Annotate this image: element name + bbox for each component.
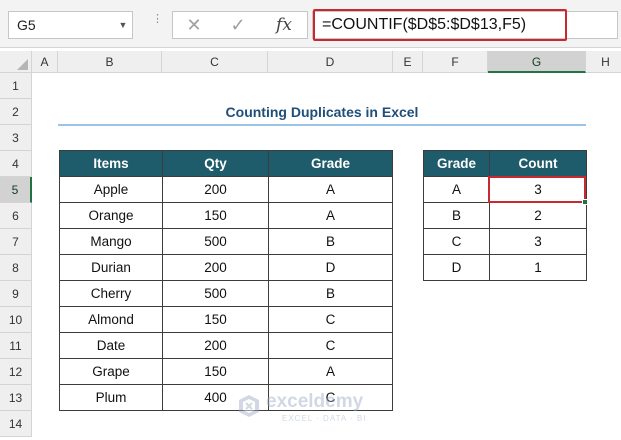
watermark: exceldemy EXCEL · DATA · BI <box>236 389 396 429</box>
table-row: Mango 500 B <box>59 228 393 255</box>
row-header-3[interactable]: 3 <box>0 125 32 151</box>
column-header-b[interactable]: B <box>58 51 162 73</box>
table-row: Apple 200 A <box>59 176 393 203</box>
table-header-row: Items Qty Grade <box>59 150 393 177</box>
table-cell[interactable]: Grape <box>59 358 163 385</box>
row-header-14[interactable]: 14 <box>0 411 32 437</box>
table-cell[interactable]: Durian <box>59 254 163 281</box>
table-cell[interactable]: 500 <box>162 280 269 307</box>
fill-handle[interactable] <box>582 199 588 205</box>
select-all-triangle-icon <box>17 59 28 70</box>
row-header-13[interactable]: 13 <box>0 385 32 411</box>
table-cell[interactable]: 1 <box>489 254 587 281</box>
table-row: D1 <box>423 254 587 281</box>
table-row: Cherry 500 B <box>59 280 393 307</box>
table-cell[interactable]: D <box>423 254 490 281</box>
header-grade[interactable]: Grade <box>268 150 393 177</box>
table-cell[interactable]: A <box>268 202 393 229</box>
table-cell[interactable]: Cherry <box>59 280 163 307</box>
table-cell[interactable]: D <box>268 254 393 281</box>
table-cell[interactable]: Apple <box>59 176 163 203</box>
column-header-g[interactable]: G <box>488 51 586 73</box>
table-cell[interactable]: B <box>423 202 490 229</box>
table-cell[interactable]: Date <box>59 332 163 359</box>
active-cell-border[interactable] <box>488 176 586 203</box>
count-table: Grade Count A 3B2C3D1 <box>423 150 587 281</box>
items-table: Items Qty Grade Apple 200 A Orange 150 A Mango… <box>59 150 393 411</box>
row-header-2[interactable]: 2 <box>0 99 32 125</box>
row-header-4[interactable]: 4 <box>0 151 32 177</box>
row-header-7[interactable]: 7 <box>0 229 32 255</box>
sheet-title: Counting Duplicates in Excel <box>225 104 419 120</box>
table-row: C3 <box>423 228 587 255</box>
table-row: Date 200 C <box>59 332 393 359</box>
drag-handle-icon[interactable]: ⋮ <box>152 14 163 34</box>
column-header-e[interactable]: E <box>393 51 423 73</box>
header-grade[interactable]: Grade <box>423 150 490 177</box>
title-underline <box>58 124 586 126</box>
table-cell[interactable]: 150 <box>162 202 269 229</box>
formula-text[interactable]: =COUNTIF($D$5:$D$13,F5) <box>322 11 526 39</box>
column-header-d[interactable]: D <box>268 51 393 73</box>
header-items[interactable]: Items <box>59 150 163 177</box>
row-header-9[interactable]: 9 <box>0 281 32 307</box>
table-row: Durian 200 D <box>59 254 393 281</box>
table-cell[interactable]: 150 <box>162 306 269 333</box>
table-cell[interactable]: 200 <box>162 176 269 203</box>
table-cell[interactable]: C <box>268 306 393 333</box>
column-header-f[interactable]: F <box>423 51 488 73</box>
table-row: Orange 150 A <box>59 202 393 229</box>
header-qty[interactable]: Qty <box>162 150 269 177</box>
table-cell[interactable]: 150 <box>162 358 269 385</box>
chevron-down-icon[interactable]: ▼ <box>113 11 133 39</box>
exceldemy-logo-icon <box>239 395 259 417</box>
table-cell[interactable]: 2 <box>489 202 587 229</box>
table-cell[interactable]: A <box>268 176 393 203</box>
row-header-1[interactable]: 1 <box>0 73 32 99</box>
table-cell[interactable]: Almond <box>59 306 163 333</box>
table-header-row: Grade Count <box>423 150 587 177</box>
table-cell[interactable]: Plum <box>59 384 163 411</box>
cancel-icon[interactable]: ✕ <box>180 13 208 37</box>
watermark-subtitle: EXCEL · DATA · BI <box>282 414 367 423</box>
row-header-6[interactable]: 6 <box>0 203 32 229</box>
table-cell[interactable]: B <box>268 228 393 255</box>
table-cell[interactable]: C <box>268 332 393 359</box>
enter-icon[interactable]: ✓ <box>224 13 252 37</box>
table-cell[interactable]: B <box>268 280 393 307</box>
column-header-h[interactable]: H <box>586 51 621 73</box>
table-cell[interactable]: 500 <box>162 228 269 255</box>
column-header-c[interactable]: C <box>162 51 268 73</box>
row-header-11[interactable]: 11 <box>0 333 32 359</box>
table-cell[interactable]: 200 <box>162 332 269 359</box>
row-header-8[interactable]: 8 <box>0 255 32 281</box>
table-row: Grape 150 A <box>59 358 393 385</box>
insert-function-button[interactable]: fx <box>270 13 298 37</box>
table-row: B2 <box>423 202 587 229</box>
column-header-a[interactable]: A <box>32 51 58 73</box>
table-row: Almond 150 C <box>59 306 393 333</box>
table-cell[interactable]: A <box>268 358 393 385</box>
table-cell[interactable]: 200 <box>162 254 269 281</box>
table-cell[interactable]: 3 <box>489 228 587 255</box>
row-header-5[interactable]: 5 <box>0 177 32 203</box>
watermark-name: exceldemy <box>266 391 364 412</box>
row-header-10[interactable]: 10 <box>0 307 32 333</box>
row-header-12[interactable]: 12 <box>0 359 32 385</box>
table-cell[interactable]: Mango <box>59 228 163 255</box>
table-cell[interactable]: A <box>423 176 490 203</box>
table-cell[interactable]: Orange <box>59 202 163 229</box>
table-cell[interactable]: C <box>423 228 490 255</box>
header-count[interactable]: Count <box>489 150 587 177</box>
